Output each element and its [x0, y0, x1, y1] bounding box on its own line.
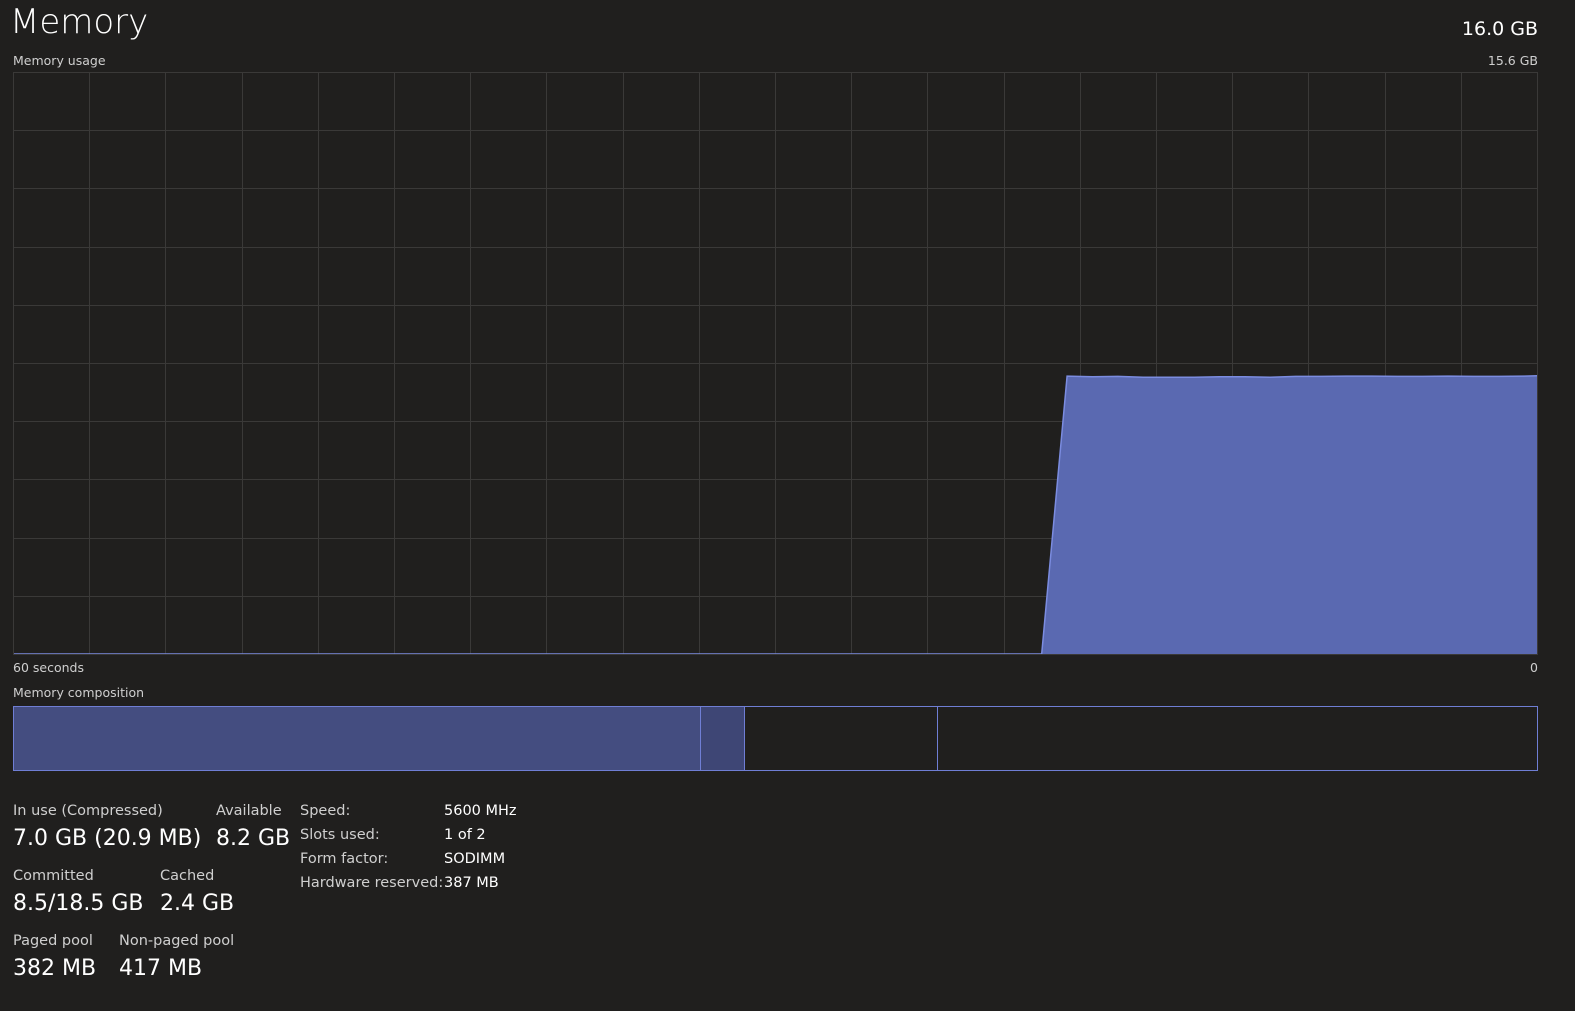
- time-axis-start-label: 60 seconds: [13, 660, 84, 675]
- form-factor-label: Form factor:: [300, 851, 389, 867]
- available-label: Available: [216, 803, 282, 819]
- memory-usage-chart-svg: [13, 72, 1538, 655]
- paged-pool-value: 382 MB: [13, 956, 97, 981]
- paged-pool-label: Paged pool: [13, 933, 93, 949]
- non-paged-pool-value: 417 MB: [119, 956, 203, 981]
- time-axis-end-label: 0: [1530, 660, 1538, 675]
- speed-value: 5600 MHz: [444, 803, 517, 819]
- in-use-label: In use (Compressed): [13, 803, 163, 819]
- memory-usage-label: Memory usage: [13, 53, 106, 68]
- cached-label: Cached: [160, 868, 215, 884]
- form-factor-value: SODIMM: [444, 851, 506, 867]
- cached-value: 2.4 GB: [160, 891, 235, 916]
- memory-composition-label: Memory composition: [13, 685, 145, 700]
- composition-free: [938, 707, 1537, 770]
- in-use-value: 7.0 GB (20.9 MB): [13, 826, 202, 851]
- committed-value: 8.5/18.5 GB: [13, 891, 144, 916]
- hardware-reserved-label: Hardware reserved:: [300, 875, 444, 891]
- page-title: Memory: [10, 2, 149, 42]
- composition-in-use: [14, 707, 701, 770]
- memory-usage-graph: [13, 72, 1538, 655]
- memory-composition-bar: [13, 706, 1538, 771]
- speed-label: Speed:: [300, 803, 351, 819]
- slots-used-value: 1 of 2: [444, 827, 486, 843]
- committed-label: Committed: [13, 868, 94, 884]
- non-paged-pool-label: Non-paged pool: [119, 933, 235, 949]
- slots-used-label: Slots used:: [300, 827, 380, 843]
- composition-modified: [700, 707, 746, 770]
- hardware-reserved-value: 387 MB: [444, 875, 499, 891]
- available-value: 8.2 GB: [216, 826, 291, 851]
- memory-usage-max-label: 15.6 GB: [1487, 53, 1538, 68]
- composition-standby: [745, 707, 939, 770]
- memory-panel: Memory 16.0 GB Memory usage 15.6 GB 60 s…: [0, 0, 1575, 1011]
- total-memory: 16.0 GB: [1461, 18, 1538, 40]
